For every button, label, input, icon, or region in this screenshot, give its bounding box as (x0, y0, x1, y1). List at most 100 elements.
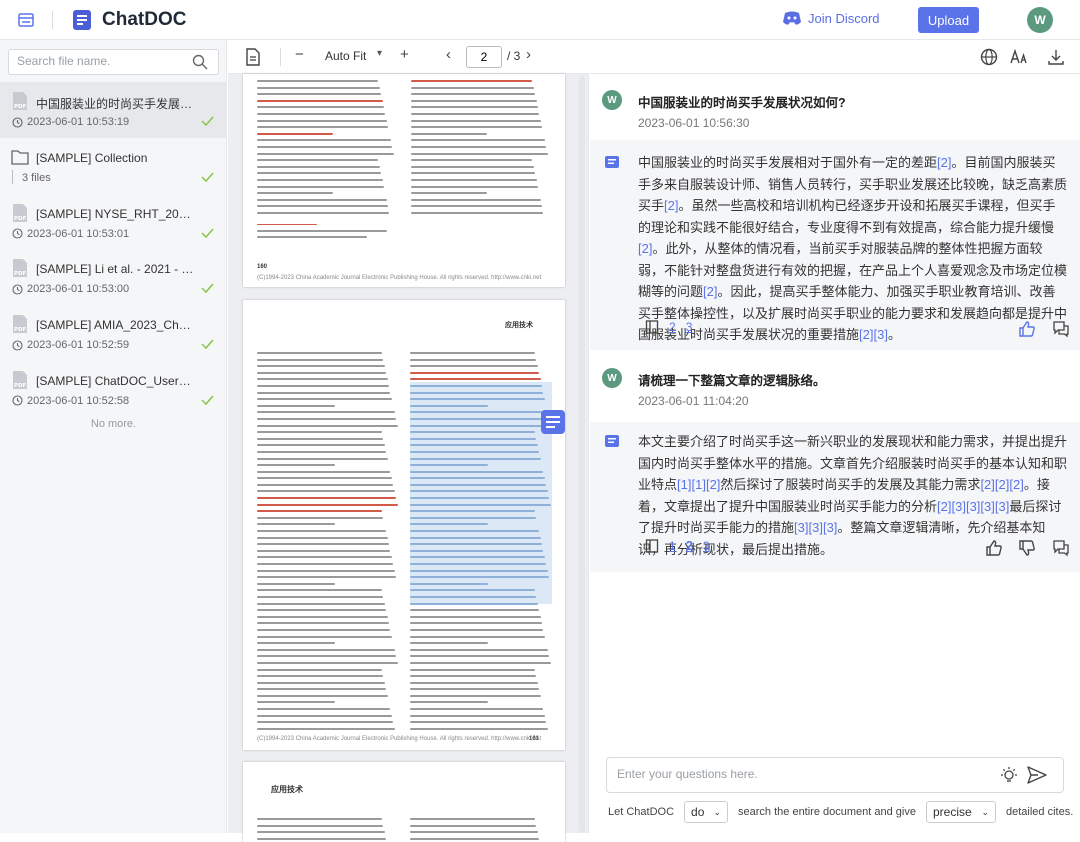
citation-link[interactable]: [2] (706, 477, 720, 492)
file-meta-text: 2023-06-01 10:53:00 (27, 283, 130, 296)
page-number-input[interactable] (466, 46, 502, 68)
citation-link[interactable]: [2] (1009, 477, 1023, 492)
chat-options: Let ChatDOC do ⌄ search the entire docum… (608, 801, 1073, 823)
citation-link[interactable]: [2] (703, 284, 717, 299)
viewer-toolbar: − Auto Fit ▾ + ‹ / 3 › (228, 40, 589, 74)
citation-link[interactable]: [3] (794, 520, 808, 535)
file-list: PDF 中国服装业的时尚买手发展_刘... 2023-06-01 10:53:1… (0, 82, 227, 417)
file-meta-text: 2023-06-01 10:52:59 (27, 339, 130, 352)
pdf-text-line (411, 152, 548, 155)
pdf-text-line (257, 510, 382, 513)
file-item[interactable]: PDF [SAMPLE] AMIA_2023_Chat... 2023-06-0… (0, 305, 227, 361)
sidebar-toggle-icon[interactable] (17, 11, 35, 29)
pdf-file-icon: PDF (13, 315, 27, 334)
search-icon[interactable] (192, 54, 208, 70)
citation-link[interactable]: [1] (677, 477, 691, 492)
citation-link[interactable]: [3] (823, 520, 837, 535)
chat-panel: W 中国服装业的时尚买手发展状况如何? 2023-06-01 10:56:30 … (590, 40, 1080, 833)
file-item[interactable]: PDF [SAMPLE] NYSE_RHT_2019... 2023-06-01… (0, 194, 227, 250)
citation-link[interactable]: [3] (966, 499, 980, 514)
send-icon[interactable] (1027, 766, 1047, 784)
citation-link[interactable]: [2] (859, 327, 873, 342)
pdf-text-line (410, 569, 548, 572)
citation-link[interactable]: [3] (873, 327, 887, 342)
page-link[interactable]: 3 (703, 539, 710, 553)
pdf-column (257, 352, 399, 734)
thumbs-up-icon[interactable] (1018, 320, 1036, 338)
citation-link[interactable]: [2] (937, 499, 951, 514)
pdf-footnote (257, 224, 395, 243)
pdf-text-line (257, 391, 391, 394)
page-link[interactable]: 2 (669, 320, 676, 334)
comment-icon[interactable] (1052, 539, 1070, 557)
pdf-text-line (257, 112, 386, 115)
page-link-current[interactable]: 2 (686, 538, 693, 553)
citation-link[interactable]: [2] (664, 198, 678, 213)
file-item[interactable]: PDF 中国服装业的时尚买手发展_刘... 2023-06-01 10:53:1… (0, 82, 227, 138)
zoom-in-button[interactable]: + (400, 46, 409, 63)
citation-link[interactable]: [2] (995, 477, 1009, 492)
zoom-select[interactable]: Auto Fit (325, 49, 366, 63)
pdf-text-line (411, 205, 543, 208)
pdf-text-line (410, 668, 535, 671)
next-page-icon[interactable]: › (526, 46, 531, 63)
prev-page-icon[interactable]: ‹ (446, 46, 451, 63)
file-item[interactable]: [SAMPLE] Collection 3 files (0, 138, 227, 194)
pdf-text-line (257, 483, 394, 486)
check-icon (201, 172, 214, 182)
pdf-text-line (257, 205, 389, 208)
page-link[interactable]: 1 (669, 539, 676, 553)
pdf-text-line (257, 106, 384, 109)
search-input[interactable] (17, 54, 187, 68)
pdf-text-line (257, 721, 394, 724)
user-avatar[interactable]: W (1027, 7, 1053, 33)
scope-select-value: do (691, 805, 705, 819)
chevron-down-icon[interactable]: ▾ (377, 48, 382, 59)
file-meta-text: 2023-06-01 10:53:19 (27, 116, 130, 128)
citation-link[interactable]: [3] (808, 520, 822, 535)
page-link[interactable]: 3 (686, 320, 693, 334)
lightbulb-icon[interactable] (1000, 766, 1018, 784)
pdf-text-line (257, 132, 333, 135)
question-input[interactable] (617, 767, 977, 781)
document-outline-icon[interactable] (244, 48, 262, 66)
citation-link[interactable]: [2] (638, 241, 652, 256)
comment-icon[interactable] (1052, 320, 1070, 338)
pdf-text-line (257, 824, 384, 827)
pdf-text-line (410, 516, 537, 519)
zoom-out-button[interactable]: − (295, 46, 304, 63)
file-name: [SAMPLE] Li et al. - 2021 - S... (36, 262, 196, 277)
pdf-text-line (257, 93, 382, 96)
pdf-text-line (410, 589, 535, 592)
pdf-text-line (257, 126, 389, 129)
file-item[interactable]: PDF [SAMPLE] ChatDOC_User_G... 2023-06-0… (0, 361, 227, 417)
pdf-text-line (257, 681, 385, 684)
viewer-scrollbar[interactable] (578, 76, 586, 833)
citation-link[interactable]: [3] (980, 499, 994, 514)
upload-button[interactable]: Upload (918, 7, 979, 33)
pdf-text-line (410, 417, 550, 420)
chat-bubble-icon[interactable] (541, 410, 565, 434)
citation-link[interactable]: [3] (995, 499, 1009, 514)
citation-link[interactable]: [3] (951, 499, 965, 514)
pdf-column (410, 818, 552, 842)
mode-select[interactable]: precise ⌄ (925, 801, 996, 823)
thumbs-down-icon[interactable] (1018, 539, 1036, 557)
scope-select[interactable]: do ⌄ (684, 801, 729, 823)
no-more-text: No more. (90, 418, 137, 430)
chevron-down-icon: ⌄ (713, 806, 722, 817)
join-discord-link[interactable]: Join Discord (782, 11, 880, 26)
source-book-icon[interactable] (645, 320, 659, 334)
globe-icon[interactable] (980, 48, 998, 66)
citation-link[interactable]: [1] (691, 477, 705, 492)
citation-link[interactable]: [2] (980, 477, 994, 492)
pdf-text-line (257, 648, 395, 651)
pdf-text-line (410, 609, 540, 612)
thumbs-up-icon[interactable] (985, 539, 1003, 557)
font-size-icon[interactable] (1010, 48, 1028, 66)
download-icon[interactable] (1047, 48, 1065, 66)
file-item[interactable]: PDF [SAMPLE] Li et al. - 2021 - S... 202… (0, 249, 227, 305)
citation-link[interactable]: [2] (937, 155, 951, 170)
source-book-icon[interactable] (645, 538, 659, 553)
pdf-text-line (410, 358, 537, 361)
